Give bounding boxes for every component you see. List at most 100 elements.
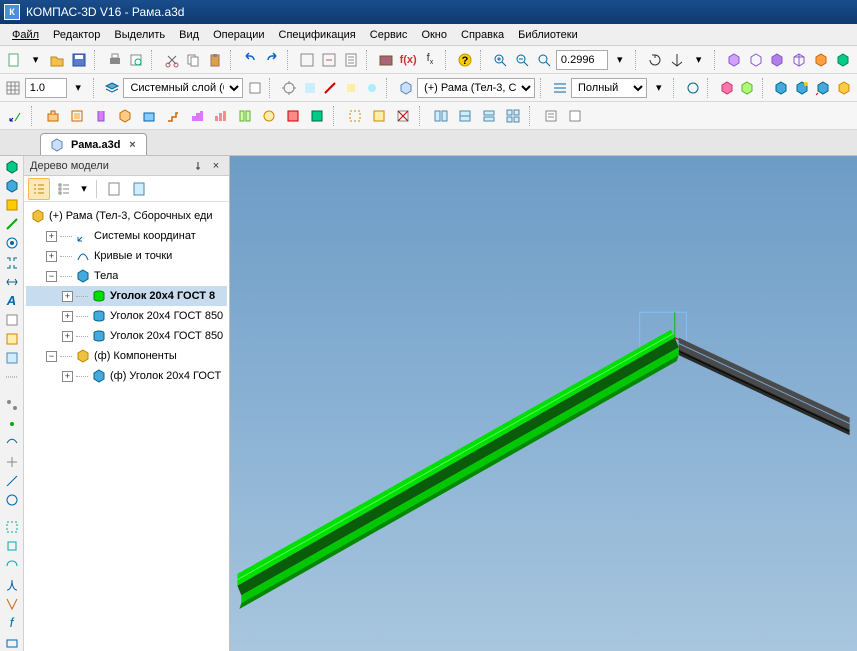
layer-select[interactable]: Системный слой (0)	[123, 78, 243, 98]
lib2-button[interactable]	[738, 77, 757, 99]
tree-item[interactable]: + (ф) Уголок 20х4 ГОСТ	[26, 366, 227, 386]
tree-item[interactable]: + Кривые и точки	[26, 246, 227, 266]
menu-libs[interactable]: Библиотеки	[512, 27, 584, 43]
copy-button[interactable]	[183, 49, 203, 71]
vtb-button[interactable]	[2, 395, 22, 413]
op-button[interactable]	[186, 105, 208, 127]
new-button[interactable]	[4, 49, 24, 71]
snap-button[interactable]	[279, 77, 298, 99]
vtb-button[interactable]	[2, 196, 22, 214]
op-button[interactable]	[138, 105, 160, 127]
lib1-button[interactable]	[717, 77, 736, 99]
detail-select[interactable]: Полный	[571, 78, 647, 98]
tree-view-button[interactable]	[28, 178, 50, 200]
icon-button[interactable]	[362, 77, 381, 99]
panel-button[interactable]	[502, 105, 524, 127]
icon-button[interactable]	[540, 105, 562, 127]
properties-button[interactable]	[341, 49, 361, 71]
zoom-input[interactable]	[556, 50, 608, 70]
expand-icon[interactable]: +	[62, 331, 73, 342]
vtb-button[interactable]	[2, 434, 22, 452]
orient-button[interactable]	[667, 49, 687, 71]
icon-button[interactable]	[342, 77, 361, 99]
vtb-button[interactable]	[2, 491, 22, 509]
op-button[interactable]	[258, 105, 280, 127]
dropdown-button[interactable]: ▾	[69, 77, 88, 99]
expand-icon[interactable]: +	[62, 311, 73, 322]
part-icon[interactable]	[396, 77, 415, 99]
panel-button[interactable]	[454, 105, 476, 127]
zoom-area-button[interactable]	[534, 49, 554, 71]
view-iso-button[interactable]	[724, 49, 744, 71]
pin-icon[interactable]	[191, 159, 205, 173]
vtb-button[interactable]	[2, 453, 22, 471]
expand-icon[interactable]: +	[46, 231, 57, 242]
op-button[interactable]	[282, 105, 304, 127]
icon-button[interactable]	[300, 77, 319, 99]
library-button[interactable]	[376, 49, 396, 71]
vtb-button[interactable]	[2, 472, 22, 490]
tree-item[interactable]: + Системы координат	[26, 226, 227, 246]
menu-spec[interactable]: Спецификация	[273, 27, 362, 43]
tree-item[interactable]: − Тела	[26, 266, 227, 286]
vtb-button[interactable]	[2, 415, 22, 433]
icon-button[interactable]	[564, 105, 586, 127]
sel-button[interactable]	[344, 105, 366, 127]
icon-button[interactable]	[321, 77, 340, 99]
print-button[interactable]	[105, 49, 125, 71]
vtb-button[interactable]	[2, 330, 22, 348]
op-button[interactable]	[114, 105, 136, 127]
view-persp-button[interactable]	[833, 49, 853, 71]
detail-icon[interactable]	[550, 77, 569, 99]
part-select[interactable]: (+) Рама (Тел-3, Сбо	[417, 78, 535, 98]
grid-icon[interactable]	[4, 77, 23, 99]
menu-window[interactable]: Окно	[415, 27, 453, 43]
vtb-button[interactable]	[2, 537, 22, 555]
collapse-icon[interactable]: −	[46, 351, 57, 362]
cube3-button[interactable]	[813, 77, 832, 99]
new-dropdown-button[interactable]: ▾	[26, 49, 46, 71]
vtb-button[interactable]	[2, 557, 22, 575]
document-tab[interactable]: Рама.a3d ×	[40, 133, 147, 155]
vtb-button[interactable]	[2, 518, 22, 536]
menu-edit[interactable]: Редактор	[47, 27, 106, 43]
tree-refresh-button[interactable]	[128, 178, 150, 200]
op-button[interactable]	[90, 105, 112, 127]
rotate-button[interactable]	[645, 49, 665, 71]
close-icon[interactable]: ×	[126, 139, 138, 151]
dropdown-button[interactable]: ▾	[78, 178, 90, 200]
menu-service[interactable]: Сервис	[364, 27, 414, 43]
help-button[interactable]: ?	[455, 49, 475, 71]
vtb-button[interactable]	[2, 177, 22, 195]
expand-icon[interactable]: +	[46, 251, 57, 262]
view-shade-button[interactable]	[768, 49, 788, 71]
menu-file[interactable]: Файл	[6, 27, 45, 43]
axes-icon[interactable]	[4, 105, 26, 127]
print-preview-button[interactable]	[126, 49, 146, 71]
cut-button[interactable]	[162, 49, 182, 71]
cube1-button[interactable]	[772, 77, 791, 99]
view-wire-button[interactable]	[746, 49, 766, 71]
op-button[interactable]	[42, 105, 64, 127]
tree-props-button[interactable]	[103, 178, 125, 200]
vtb-button[interactable]: f	[2, 614, 22, 632]
sel-button[interactable]	[392, 105, 414, 127]
vtb-button[interactable]	[2, 349, 22, 367]
close-icon[interactable]: ×	[209, 159, 223, 173]
paste-button[interactable]	[205, 49, 225, 71]
redo-button[interactable]	[262, 49, 282, 71]
save-button[interactable]	[69, 49, 89, 71]
vtb-button[interactable]	[2, 595, 22, 613]
vtb-button[interactable]	[2, 311, 22, 329]
dropdown-button[interactable]: ▾	[689, 49, 709, 71]
cube2-button[interactable]	[793, 77, 812, 99]
vtb-button[interactable]	[2, 234, 22, 252]
tree-item[interactable]: + Уголок 20х4 ГОСТ 850	[26, 326, 227, 346]
zoom-in-button[interactable]	[491, 49, 511, 71]
variables-button[interactable]: f(x)	[398, 49, 418, 71]
menu-operations[interactable]: Операции	[207, 27, 270, 43]
undo-button[interactable]	[241, 49, 261, 71]
menu-help[interactable]: Справка	[455, 27, 510, 43]
fx-button[interactable]: fx	[420, 49, 440, 71]
op-button[interactable]	[306, 105, 328, 127]
